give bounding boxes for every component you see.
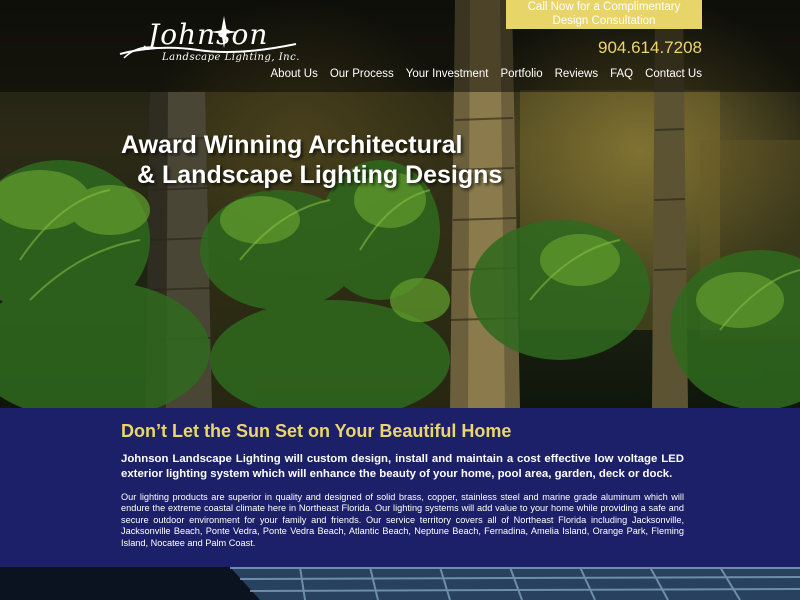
nav-portfolio[interactable]: Portfolio (500, 68, 542, 80)
main-navigation: About Us Our Process Your Investment Por… (271, 68, 702, 80)
cta-line-2: Design Consultation (552, 14, 656, 27)
intro-heading: Don’t Let the Sun Set on Your Beautiful … (121, 421, 512, 441)
company-logo[interactable]: Johnson Landscape Lighting, Inc. (118, 14, 304, 72)
nav-faq[interactable]: FAQ (610, 68, 633, 80)
intro-section: Don’t Let the Sun Set on Your Beautiful … (0, 408, 800, 567)
hero-headline: Award Winning Architectural & Landscape … (121, 130, 502, 190)
nav-about-us[interactable]: About Us (271, 68, 318, 80)
logo-subtitle: Landscape Lighting, Inc. (162, 52, 300, 63)
hero-section: Johnson Landscape Lighting, Inc. Call No… (0, 0, 800, 408)
nav-reviews[interactable]: Reviews (555, 68, 598, 80)
nav-your-investment[interactable]: Your Investment (406, 68, 489, 80)
nav-our-process[interactable]: Our Process (330, 68, 394, 80)
pool-enclosure-image (0, 567, 800, 600)
consultation-cta-button[interactable]: Call Now for a Complimentary Design Cons… (506, 0, 702, 29)
nav-contact-us[interactable]: Contact Us (645, 68, 702, 80)
hero-headline-line-2: & Landscape Lighting Designs (137, 161, 503, 189)
logo-wordmark: Johnson (148, 18, 269, 51)
intro-body-paragraph: Our lighting products are superior in qu… (121, 492, 684, 548)
intro-lead-paragraph: Johnson Landscape Lighting will custom d… (121, 453, 684, 480)
lanai-image-strip (0, 567, 800, 600)
cta-line-1: Call Now for a Complimentary (527, 1, 681, 13)
header-bar: Johnson Landscape Lighting, Inc. Call No… (0, 0, 800, 92)
phone-number-link[interactable]: 904.614.7208 (598, 38, 702, 58)
hero-headline-line-1: Award Winning Architectural (121, 131, 463, 159)
